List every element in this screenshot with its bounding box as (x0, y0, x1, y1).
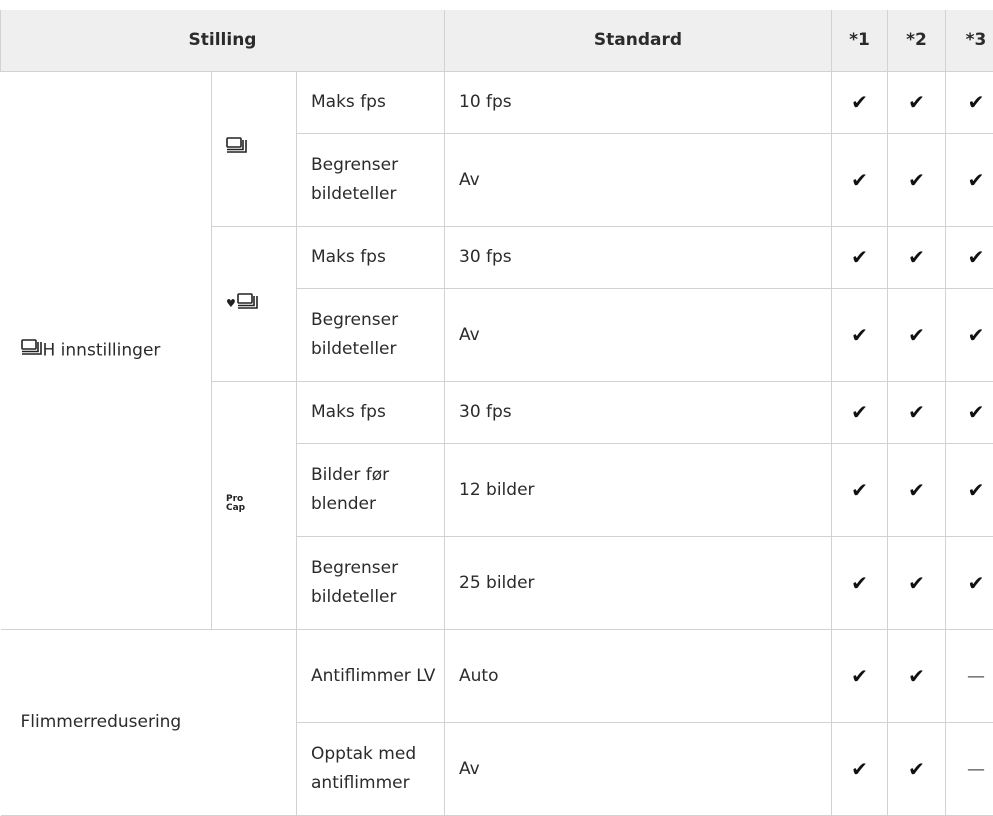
heart-icon: ♥ (226, 296, 236, 310)
setting-standard: 10 fps (444, 71, 832, 134)
dash-mark: — (945, 629, 993, 723)
check-mark: ✔ (831, 226, 888, 289)
pro-capture-mode-cell: Pro Cap (211, 381, 297, 630)
check-mark: ✔ (887, 722, 946, 816)
setting-standard: 30 fps (444, 226, 832, 289)
setting-name: Maks fps (296, 71, 445, 134)
check-mark: ✔ (887, 381, 946, 444)
check-mark: ✔ (945, 443, 993, 537)
group-label-flicker: Flimmerredusering (0, 629, 297, 816)
group-label-text: H innstillinger (42, 340, 161, 361)
header-standard: Standard (444, 10, 832, 72)
check-mark: ✔ (945, 381, 993, 444)
setting-standard: Auto (444, 629, 832, 723)
header-col-3: *3 (945, 10, 993, 72)
check-mark: ✔ (831, 71, 888, 134)
check-mark: ✔ (831, 381, 888, 444)
setting-name: Begrenser bildeteller (296, 536, 445, 630)
setting-name: Maks fps (296, 381, 445, 444)
check-mark: ✔ (945, 226, 993, 289)
check-mark: ✔ (831, 536, 888, 630)
setting-standard: 30 fps (444, 381, 832, 444)
table-row: H innstillinger Maks fps 10 fps ✔ ✔ ✔ (0, 71, 993, 630)
check-mark: ✔ (831, 288, 888, 382)
setting-standard: Av (444, 722, 832, 816)
setting-standard: 25 bilder (444, 536, 832, 630)
sequential-burst-icon (237, 290, 259, 319)
setting-standard: 12 bilder (444, 443, 832, 537)
setting-name: Maks fps (296, 226, 445, 289)
check-mark: ✔ (887, 71, 946, 134)
check-mark: ✔ (945, 133, 993, 227)
setting-standard: Av (444, 288, 832, 382)
header-stilling: Stilling (0, 10, 445, 72)
check-mark: ✔ (945, 536, 993, 630)
check-mark: ✔ (945, 288, 993, 382)
setting-name: Begrenser bildeteller (296, 133, 445, 227)
check-mark: ✔ (887, 443, 946, 537)
check-mark: ✔ (831, 722, 888, 816)
burst-mode-cell (211, 71, 297, 227)
header-row: Stilling Standard *1 *2 *3 (0, 10, 993, 72)
check-mark: ✔ (887, 629, 946, 723)
check-mark: ✔ (945, 71, 993, 134)
header-col-1: *1 (831, 10, 888, 72)
pro-capture-icon: Pro Cap (226, 494, 246, 513)
settings-table: Stilling Standard *1 *2 *3 H innstilling… (0, 10, 993, 816)
check-mark: ✔ (831, 443, 888, 537)
setting-name: Begrenser bildeteller (296, 288, 445, 382)
check-mark: ✔ (831, 629, 888, 723)
table-row: Flimmerredusering Antiflimmer LV Auto ✔ … (0, 629, 993, 816)
silent-burst-mode-cell: ♥ (211, 226, 297, 382)
check-mark: ✔ (887, 536, 946, 630)
check-mark: ✔ (887, 133, 946, 227)
sequential-burst-icon (226, 134, 248, 163)
setting-name: Bilder før blender (296, 443, 445, 537)
sequential-burst-icon (20, 336, 43, 365)
setting-name: Antiflimmer LV (296, 629, 445, 723)
setting-standard: Av (444, 133, 832, 227)
header-col-2: *2 (887, 10, 946, 72)
group-label-h-settings: H innstillinger (0, 71, 212, 630)
dash-mark: — (945, 722, 993, 816)
check-mark: ✔ (887, 226, 946, 289)
check-mark: ✔ (887, 288, 946, 382)
check-mark: ✔ (831, 133, 888, 227)
setting-name: Opptak med antiflimmer (296, 722, 445, 816)
